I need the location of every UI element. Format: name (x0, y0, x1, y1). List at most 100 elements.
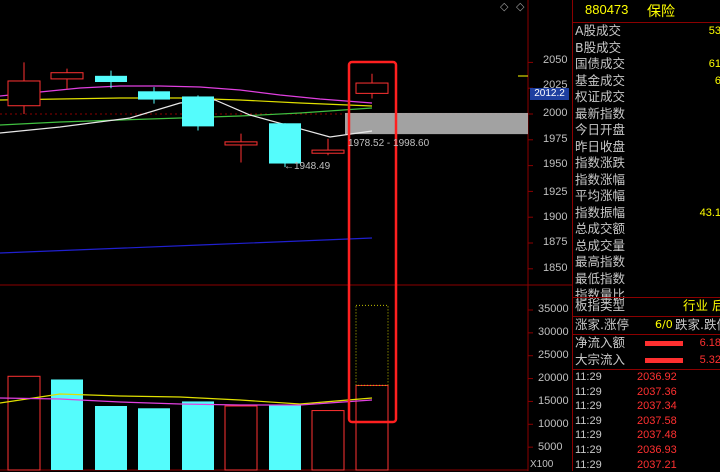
board-type-row: 板指类型 行业 后 (575, 298, 720, 315)
candle-body (50, 72, 84, 80)
candle-body (95, 75, 127, 83)
info-row: 最低指数 (575, 271, 720, 288)
volume-axis-tick: 10000 (538, 418, 569, 430)
info-value: 43.1 (699, 206, 720, 219)
info-row: 国债成交 61 (575, 56, 720, 73)
volume-bar (269, 404, 301, 470)
candle-body (269, 123, 301, 164)
tick-time: 11:29 (575, 458, 602, 471)
info-row: 总成交额 (575, 221, 720, 238)
volume-axis-tick: 25000 (538, 349, 569, 361)
price-axis-tick: 2050 (543, 54, 568, 66)
tick-time: 11:29 (575, 400, 602, 413)
volume-bar (138, 408, 170, 470)
volume-bar (224, 405, 258, 471)
board-type-value: 行业 后 (683, 298, 720, 313)
price-axis-tick: 2000 (543, 107, 568, 119)
kline-chart[interactable]: ◇ ◇ 2050 2025 2000 1975 1950 1925 1900 1875 1850… (0, 0, 572, 471)
price-range-band (345, 112, 528, 135)
price-axis-tick: 1950 (543, 158, 568, 170)
info-label: 总成交量 (575, 237, 626, 253)
info-row: 平均涨幅 (575, 188, 720, 205)
candle-body (224, 141, 258, 146)
price-axis-tick: 1925 (543, 186, 568, 198)
tick-time: 11:29 (575, 429, 602, 442)
info-row: 昨日收盘 (575, 139, 720, 156)
volume-bar (7, 375, 41, 471)
info-label: 最低指数 (575, 270, 626, 286)
info-label: 最高指数 (575, 254, 626, 269)
candle-body (182, 96, 214, 127)
candle-body (311, 149, 345, 154)
info-value: 61 (708, 58, 720, 70)
chart-toolbar-icons[interactable]: ◇ ◇ (500, 0, 524, 13)
index-code: 880473 (585, 2, 629, 17)
low-annotation: ←1948.49 (284, 161, 331, 172)
volume-unit-label: X100 (530, 459, 554, 470)
volume-bar (95, 406, 127, 470)
info-label: A股成交 (575, 23, 622, 38)
flow-label: 净流入额 (575, 335, 626, 350)
range-annotation: 1978.52 - 1998.60 (348, 138, 430, 149)
diamond-icon[interactable]: ◇ (500, 0, 508, 13)
info-label: 指数涨跌 (575, 155, 626, 170)
volume-axis-tick: 35000 (538, 303, 569, 315)
tick-price: 2037.34 (637, 400, 677, 413)
info-label: 最新指数 (575, 105, 626, 121)
updown-label: 涨家.涨停 (575, 317, 629, 332)
current-price-tag: 2012.2 (530, 88, 569, 100)
tick-time: 11:29 (575, 371, 602, 383)
info-value: 6 (714, 74, 720, 87)
tick-price: 2037.36 (637, 385, 677, 398)
tick-time: 11:29 (575, 414, 602, 427)
index-name: 保险 (647, 4, 675, 20)
flow-value: 6.18 (699, 337, 720, 349)
quote-info-panel: 880473 保险 A股成交 53 B股成交 国债成交 61 基金成交 6 权证成交 最新指数今… (572, 0, 720, 471)
info-row: 总成交量 (575, 238, 720, 255)
info-label: 指数振幅 (575, 204, 626, 220)
info-label: 国债成交 (575, 56, 626, 71)
tick-row: 11:29 2037.48 (575, 428, 720, 443)
tick-row: 11:29 2036.92 (575, 370, 720, 385)
tick-time: 11:29 (575, 385, 602, 398)
volume-bar (311, 410, 345, 471)
price-axis-tick: 1975 (543, 133, 568, 145)
tick-price: 2037.58 (637, 414, 677, 427)
info-row: 指数涨跌 (575, 155, 720, 172)
info-label: 基金成交 (575, 72, 626, 88)
panel-header: 880473 保险 (573, 0, 720, 23)
tick-row: 11:29 2037.36 (575, 385, 720, 400)
info-row: 指数振幅 43.1 (575, 205, 720, 222)
updown-right-label: 跌家.跌停 (675, 317, 720, 332)
candle-body (355, 82, 389, 94)
tick-price: 2036.93 (637, 444, 677, 456)
tick-row: 11:29 2037.58 (575, 414, 720, 429)
info-row: A股成交 53 (575, 23, 720, 40)
volume-axis-tick: 5000 (538, 441, 563, 453)
candle-body (7, 80, 41, 107)
flow-value: 5.32 (699, 354, 720, 366)
flow-label: 大宗流入 (575, 352, 626, 367)
price-axis-tick: 1850 (543, 262, 568, 274)
tick-price: 2036.92 (637, 371, 677, 383)
tick-price: 2037.21 (637, 458, 677, 471)
flow-row: 大宗流入 5.32 (575, 352, 720, 369)
info-label: 权证成交 (575, 89, 626, 104)
info-row: B股成交 (575, 40, 720, 57)
kline-chart-canvas[interactable] (0, 0, 572, 471)
price-axis-tick: 1900 (543, 211, 568, 223)
volume-bar (182, 401, 214, 470)
volume-projection (355, 304, 389, 386)
info-label: 指数涨幅 (575, 171, 626, 187)
tick-time: 11:29 (575, 444, 602, 456)
price-axis-tick: 1875 (543, 236, 568, 248)
volume-axis-tick: 15000 (538, 395, 569, 407)
diamond-icon[interactable]: ◇ (516, 0, 524, 13)
candle-body (138, 91, 170, 100)
volume-axis-tick: 20000 (538, 372, 569, 384)
updown-row: 涨家.涨停 6/0 跌家.跌停 (575, 317, 720, 334)
tick-row: 11:29 2037.34 (575, 399, 720, 414)
tick-row: 11:29 2036.93 (575, 443, 720, 458)
tick-price: 2037.48 (637, 429, 677, 442)
info-row: 最高指数 (575, 254, 720, 271)
